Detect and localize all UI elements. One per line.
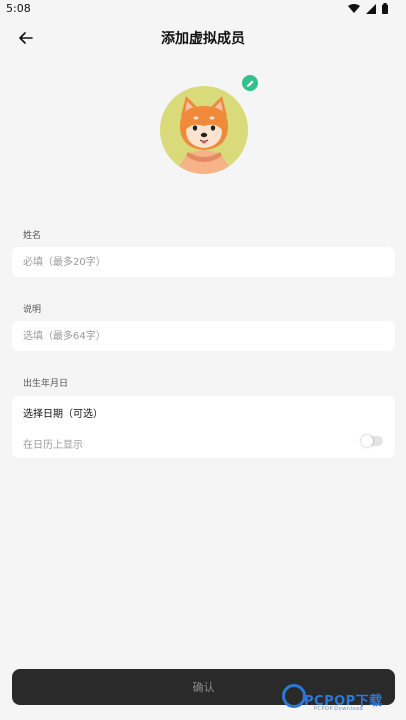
name-input[interactable]	[23, 247, 383, 277]
description-input[interactable]	[23, 321, 383, 351]
edit-pencil-icon	[246, 80, 253, 87]
show-on-calendar-label: 在日历上显示	[23, 440, 83, 451]
wifi-icon	[348, 3, 360, 13]
show-on-calendar-toggle[interactable]	[361, 435, 383, 447]
birthday-card: 选择日期（可选） 在日历上显示	[12, 396, 395, 458]
description-card	[12, 321, 395, 351]
watermark-sub: PCPOP.Download	[314, 706, 364, 712]
status-bar: 5:08	[0, 0, 406, 18]
avatar-container	[160, 86, 248, 174]
status-icons	[348, 3, 388, 14]
signal-icon	[366, 3, 376, 14]
description-label: 说明	[23, 305, 42, 315]
birthday-label: 出生年月日	[23, 379, 69, 389]
edit-avatar-button[interactable]	[242, 75, 258, 91]
app-bar: 添加虚拟成员	[0, 20, 406, 54]
shiba-dog-avatar-illustration	[178, 96, 230, 174]
avatar[interactable]	[160, 86, 248, 174]
status-time: 5:08	[6, 2, 31, 15]
battery-icon	[382, 3, 388, 14]
watermark-logo	[282, 684, 306, 708]
page-title: 添加虚拟成员	[161, 31, 245, 47]
watermark: PCPOP下载 PCPOP.Download	[282, 684, 402, 716]
date-select-button[interactable]: 选择日期（可选）	[23, 405, 103, 420]
toggle-knob	[361, 435, 373, 447]
name-card	[12, 247, 395, 277]
name-label: 姓名	[23, 231, 42, 241]
